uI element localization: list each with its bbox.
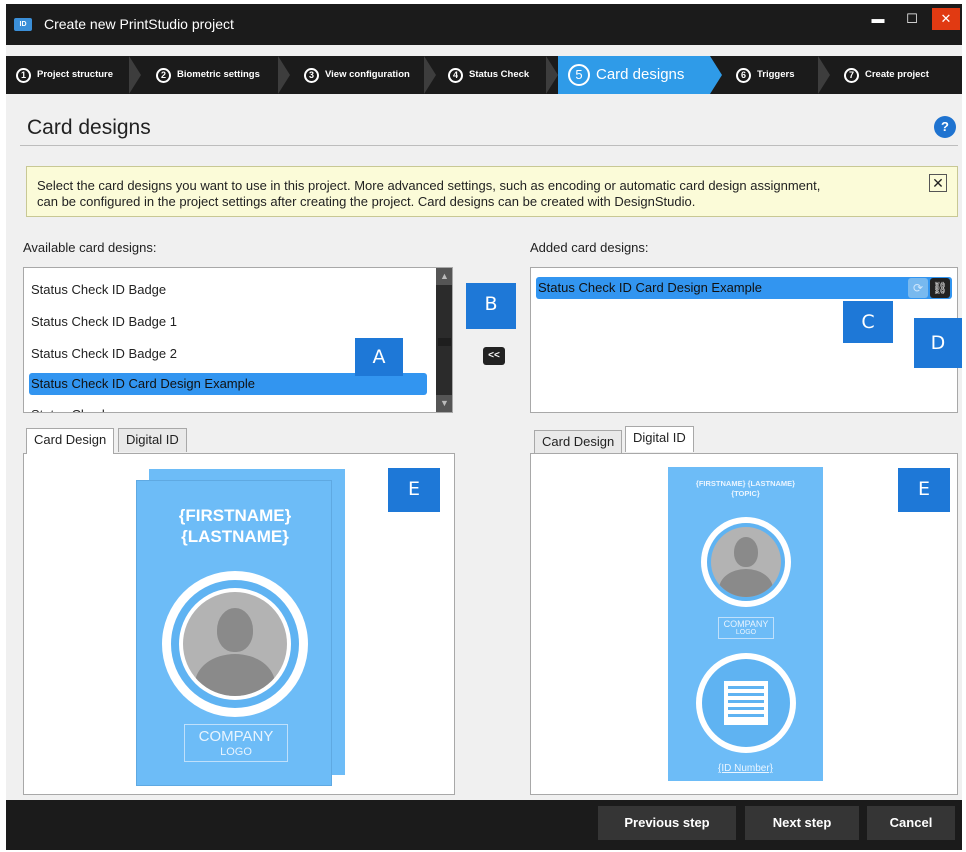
tab-card-design-right[interactable]: Card Design [534,430,623,454]
step-label: Card designs [596,66,685,84]
info-text-line-2: can be configured in the project setting… [37,194,696,209]
step-label: Status Check [469,69,530,80]
list-item-label: Status Check ID Card Design Example [538,280,762,295]
company-text: COMPANY [198,728,274,745]
added-designs-list[interactable]: Status Check ID Card Design Example ⟳ ⛓ [530,267,958,413]
divider [20,145,958,146]
digital-id-name: {FIRSTNAME} {LASTNAME} [695,479,796,488]
tab-digital-id-left[interactable]: Digital ID [118,428,187,452]
step-label: Triggers [757,69,795,80]
logo-text: LOGO [220,746,252,758]
digital-id-topic: {TOPIC} [731,489,760,498]
step-view-configuration[interactable]: 3 View configuration [304,56,410,94]
id-number-field: {ID Number} [717,763,774,774]
tab-digital-id-right[interactable]: Digital ID [625,426,694,452]
step-triggers[interactable]: 6 Triggers [736,56,795,94]
step-create-project[interactable]: 7 Create project [844,56,929,94]
qr-code-icon [724,681,768,725]
footer-bar: Previous step Next step Cancel [6,800,962,850]
close-icon[interactable]: ✕ [929,174,947,192]
scroll-down-icon[interactable]: ▼ [436,395,452,412]
logo-text: LOGO [735,629,757,636]
available-designs-label: Available card designs: [23,240,157,255]
close-window-button[interactable]: ✕ [932,8,960,30]
step-number: 7 [844,67,859,83]
minimize-button[interactable]: ▬ [864,8,892,30]
tab-card-design-left[interactable]: Card Design [26,428,115,454]
list-item[interactable]: Status Check ID Badge 1 [29,311,427,333]
step-number: 4 [448,67,463,83]
next-step-button[interactable]: Next step [745,806,859,840]
info-text-line-1: Select the card designs you want to use … [37,178,821,193]
chevron-right-icon [129,56,141,94]
chevron-right-icon [278,56,290,94]
added-designs-label: Added card designs: [530,240,649,255]
callout-e-left: E [388,468,440,512]
qr-frame [696,653,796,753]
step-number: 1 [16,67,31,83]
step-project-structure[interactable]: 1 Project structure [16,56,113,94]
callout-d: D [914,318,962,368]
remove-design-button[interactable]: << [483,347,505,365]
user-silhouette-icon [183,592,287,696]
info-banner: Select the card designs you want to use … [26,166,958,217]
step-card-designs[interactable]: 5 Card designs [558,56,710,94]
company-logo-placeholder: COMPANY LOGO [718,617,774,639]
list-item-selected[interactable]: Status Check ID Card Design Example ⟳ ⛓ [536,277,952,299]
step-label: View configuration [325,69,410,80]
id-card-icon: ID [14,18,32,31]
user-silhouette-icon [711,527,781,597]
list-item[interactable]: Status Check [29,404,427,412]
step-number: 2 [156,67,171,83]
callout-b: B [466,283,516,329]
callout-e-right: E [898,468,950,512]
scrollbar[interactable]: ▲ ▼ [436,268,452,412]
digital-id-preview: {FIRSTNAME} {LASTNAME} {TOPIC} COMPANY L… [668,467,823,781]
photo-frame [701,517,791,607]
wizard-window: ID Create new PrintStudio project ▬ ☐ ✕ … [6,4,962,850]
cancel-button[interactable]: Cancel [867,806,955,840]
company-logo-placeholder: COMPANY LOGO [184,724,288,762]
callout-a: A [355,338,403,376]
scroll-up-icon[interactable]: ▲ [436,268,452,285]
list-item[interactable]: Status Check ID Badge [29,279,427,301]
maximize-button[interactable]: ☐ [898,8,926,30]
company-text: COMPANY [723,619,769,629]
scroll-thumb[interactable] [438,338,451,346]
wizard-steps: 1 Project structure 2 Biometric settings 3… [6,56,962,94]
window-title: Create new PrintStudio project [44,16,234,32]
chevron-right-icon [424,56,436,94]
title-bar: ID Create new PrintStudio project ▬ ☐ ✕ [6,4,962,45]
step-label: Create project [865,69,929,80]
photo-frame [162,571,308,717]
page-title: Card designs [27,116,151,139]
refresh-icon[interactable]: ⟳ [908,278,928,298]
previous-step-button[interactable]: Previous step [598,806,736,840]
chevron-right-icon [818,56,830,94]
help-icon[interactable]: ? [934,116,956,138]
step-number: 3 [304,67,319,83]
chevron-right-icon [710,56,722,94]
step-label: Project structure [37,69,114,80]
card-design-preview: {FIRSTNAME} {LASTNAME} COMPANY LOGO [136,480,332,786]
step-number: 6 [736,67,751,83]
step-biometric-settings[interactable]: 2 Biometric settings [156,56,260,94]
callout-c: C [843,301,893,343]
step-number: 5 [568,64,590,87]
step-status-check[interactable]: 4 Status Check [448,56,529,94]
card-name-lastname: {LASTNAME} [181,527,289,546]
card-name-firstname: {FIRSTNAME} [178,506,292,525]
list-item-selected[interactable]: Status Check ID Card Design Example [29,373,427,395]
step-label: Biometric settings [177,69,260,80]
link-icon[interactable]: ⛓ [930,278,950,298]
chevron-right-icon [546,56,558,94]
